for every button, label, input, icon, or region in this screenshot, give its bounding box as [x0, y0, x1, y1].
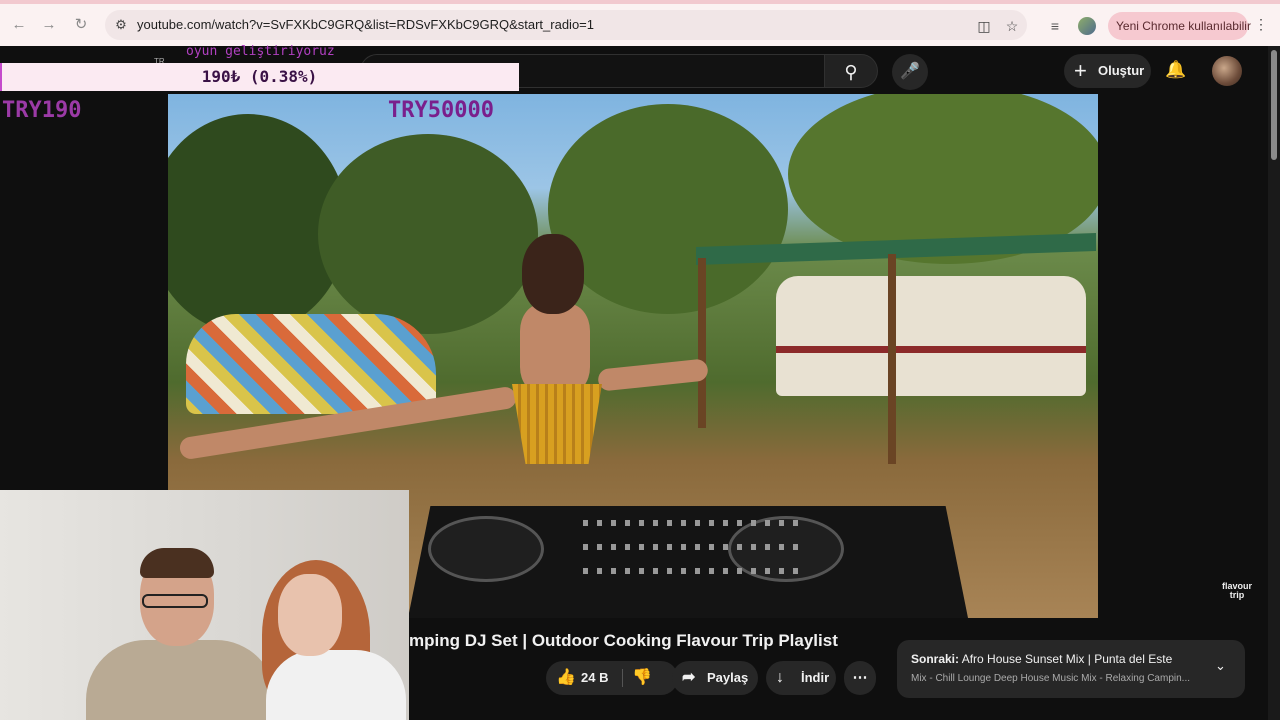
video-title: mping DJ Set | Outdoor Cooking Flavour T… [409, 631, 838, 650]
search-icon: ⚲ [844, 62, 858, 82]
bookmark-star-icon[interactable]: ☆ [1003, 17, 1021, 35]
mixer-knobs [583, 568, 803, 574]
address-bar[interactable]: ⚙ youtube.com/watch?v=SvFXKbC9GRQ&list=R… [105, 10, 1027, 40]
donation-goal-bar: 190₺ (0.38%) [0, 63, 519, 91]
up-next-prefix: Sonraki: [911, 652, 960, 666]
mosaic-car [186, 314, 436, 414]
avatar[interactable] [1212, 56, 1242, 86]
create-button[interactable]: + Oluştur [1064, 54, 1151, 88]
donation-current-amount: TRY190 [2, 98, 82, 123]
stream-overlay-caption: oyun geliştiriyoruz [186, 44, 335, 59]
profile-icon[interactable] [1078, 17, 1096, 35]
up-next-title: Afro House Sunset Mix | Punta del Este [961, 652, 1173, 666]
donation-goal-text: 190₺ (0.38%) [201, 67, 318, 86]
like-count[interactable]: 24 B [581, 661, 608, 695]
download-label: İndir [801, 670, 830, 685]
menu-kebab-icon[interactable]: ⋮ [1254, 16, 1268, 33]
browser-toolbar: ← → ↻ ⚙ youtube.com/watch?v=SvFXKbC9GRQ&… [0, 0, 1280, 46]
more-icon: ⋯ [852, 669, 868, 686]
channel-watermark: flavour trip [1222, 582, 1252, 600]
donation-goal-amount: TRY50000 [388, 98, 494, 123]
download-icon: ↓ [776, 669, 784, 686]
up-next-title-line: Sonraki: Afro House Sunset Mix | Punta d… [911, 652, 1172, 666]
mixer-knobs [583, 544, 803, 550]
share-label: Paylaş [707, 670, 749, 685]
url-text[interactable]: youtube.com/watch?v=SvFXKbC9GRQ&list=RDS… [137, 17, 594, 32]
streamer-glasses [142, 594, 208, 608]
back-icon[interactable]: ← [8, 14, 30, 36]
dj-crochet-top [512, 384, 602, 464]
divider [622, 669, 623, 687]
up-next-subtitle: Mix - Chill Lounge Deep House Music Mix … [911, 673, 1190, 684]
dislike-icon[interactable]: 👎 [632, 661, 652, 695]
webcam-overlay [0, 490, 409, 720]
mixer-knobs [583, 520, 803, 526]
scroll-thumb[interactable] [1271, 50, 1277, 160]
dj-body [520, 304, 590, 394]
reload-icon[interactable]: ↻ [70, 14, 92, 36]
cohost-body [266, 650, 406, 720]
shelter-post [698, 258, 706, 428]
share-icon: ➦ [682, 669, 696, 686]
up-next-card[interactable]: Sonraki: Afro House Sunset Mix | Punta d… [897, 640, 1245, 698]
download-button[interactable]: ↓ İndir [766, 661, 836, 695]
search-button[interactable]: ⚲ [824, 54, 878, 88]
dj-controller [408, 506, 968, 618]
dj-head [522, 234, 584, 314]
like-dislike-group: 👍 24 B 👎 [546, 661, 678, 695]
new-chrome-available-button[interactable]: Yeni Chrome kullanılabilir [1108, 12, 1251, 40]
streamer-body [86, 640, 276, 720]
caravan-stripe [776, 346, 1086, 353]
mic-icon: 🎤 [900, 63, 920, 80]
jog-wheel [428, 516, 544, 582]
more-actions-button[interactable]: ⋯ [844, 661, 876, 695]
caravan [776, 276, 1086, 396]
bell-icon[interactable]: 🔔 [1164, 58, 1188, 82]
site-info-icon[interactable]: ⚙ [113, 17, 129, 33]
reading-list-icon[interactable]: ≡ [1045, 16, 1065, 36]
cohost-face [278, 574, 342, 656]
chevron-down-icon[interactable]: ⌄ [1215, 658, 1226, 674]
streamer-hair [140, 548, 214, 578]
install-icon[interactable]: ◫ [975, 17, 993, 35]
voice-search-button[interactable]: 🎤 [892, 54, 928, 90]
share-button[interactable]: ➦ Paylaş [672, 661, 758, 695]
like-icon[interactable]: 👍 [556, 661, 576, 695]
create-label: Oluştur [1098, 63, 1145, 78]
forward-icon[interactable]: → [38, 14, 60, 36]
watermark-line: trip [1229, 590, 1245, 600]
shelter-post [888, 254, 896, 464]
page-scrollbar[interactable] [1268, 46, 1280, 720]
dj-performer [496, 234, 616, 524]
plus-icon: + [1074, 58, 1087, 83]
